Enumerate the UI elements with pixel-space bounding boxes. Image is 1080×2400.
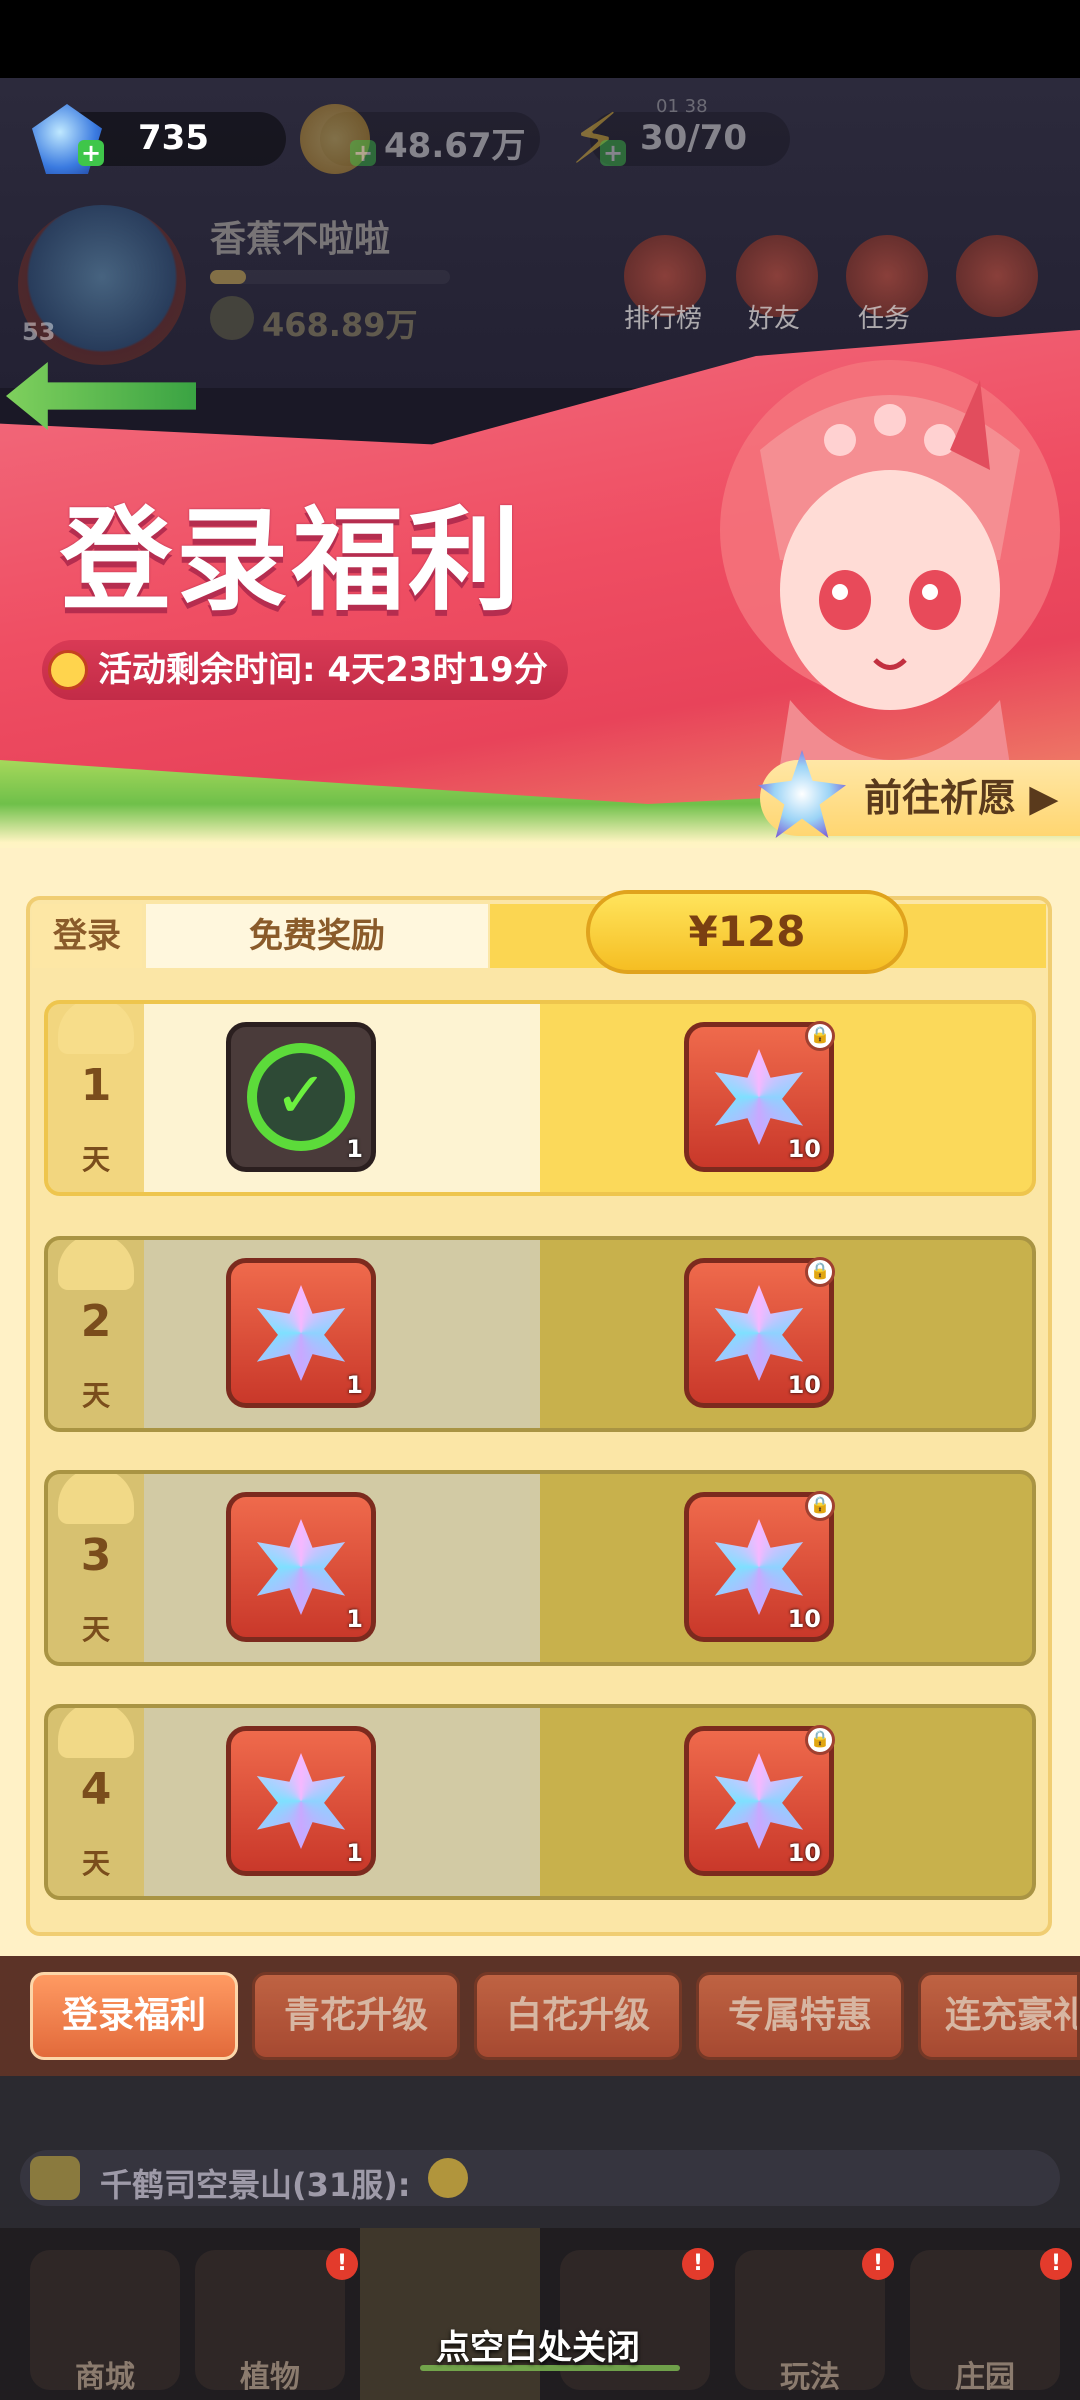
paid-reward-item[interactable]: 🔒 10 <box>684 1725 835 1876</box>
item-count: 10 <box>787 1605 821 1633</box>
tab-recharge-gift[interactable]: 连充豪礼 <box>918 1972 1080 2060</box>
tab-blue-flower-upgrade[interactable]: 青花升级 <box>252 1972 460 2060</box>
item-count: 10 <box>787 1371 821 1399</box>
star-crystal-icon <box>256 1285 346 1381</box>
day-column: 3 天 <box>48 1474 144 1662</box>
day-number: 2 <box>80 1296 112 1347</box>
day-unit: 天 <box>81 1613 110 1646</box>
day-unit: 天 <box>81 1379 110 1412</box>
day-number: 1 <box>80 1060 112 1111</box>
lock-icon: 🔒 <box>805 1021 835 1051</box>
add-gems-icon[interactable]: + <box>78 140 104 166</box>
tab-login-bonus[interactable]: 登录福利 <box>30 1972 238 2060</box>
free-reward-item[interactable]: ✓ 1 <box>226 1022 376 1172</box>
lock-icon: 🔒 <box>805 1725 835 1755</box>
status-bar <box>0 0 1080 78</box>
notification-badge: ! <box>682 2248 714 2280</box>
header-login: 登录 <box>32 904 142 968</box>
notification-badge: ! <box>326 2248 358 2280</box>
add-energy-icon[interactable]: + <box>600 140 626 166</box>
chat-icon <box>30 2156 80 2200</box>
table-row: 3 天 1 🔒 10 <box>44 1470 1036 1666</box>
nav-label-task: 任务 <box>858 304 911 334</box>
day-number: 4 <box>80 1764 112 1815</box>
event-timer: 活动剩余时间: 4天23时19分 <box>42 640 568 700</box>
day-number: 3 <box>80 1530 112 1581</box>
chat-message: 千鹤司空景山(31服): <box>100 2166 411 2204</box>
check-icon: ✓ <box>247 1043 355 1151</box>
more-icon[interactable] <box>956 235 1038 317</box>
energy-timer: 01 38 <box>656 96 708 117</box>
free-reward-item[interactable]: 1 <box>226 1492 376 1642</box>
power-icon <box>210 296 254 340</box>
player-name: 香蕉不啦啦 <box>210 219 391 260</box>
item-count: 1 <box>346 1371 363 1399</box>
notification-badge: ! <box>1040 2248 1072 2280</box>
table-row: 4 天 1 🔒 10 <box>44 1704 1036 1900</box>
table-row: 2 天 1 🔒 10 <box>44 1236 1036 1432</box>
free-reward-item[interactable]: 1 <box>226 1726 376 1876</box>
gold-count: 48.67万 <box>384 126 526 166</box>
item-count: 10 <box>787 1839 821 1867</box>
day-unit: 天 <box>81 1847 110 1880</box>
header-free-reward: 免费奖励 <box>146 904 488 968</box>
day-tab-decor <box>58 1474 134 1524</box>
day-column: 1 天 <box>48 1004 144 1192</box>
nav-label-ranking: 排行榜 <box>624 304 703 334</box>
close-hint: 点空白处关闭 <box>436 2328 640 2368</box>
day-tab-decor <box>58 1004 134 1054</box>
day-column: 4 天 <box>48 1708 144 1896</box>
emoji-icon <box>428 2158 468 2198</box>
dock-label-shop: 商城 <box>75 2360 135 2395</box>
day-tab-decor <box>58 1240 134 1290</box>
item-count: 1 <box>346 1135 363 1163</box>
lock-icon: 🔒 <box>805 1491 835 1521</box>
banner-title: 登录福利 <box>60 496 524 626</box>
paid-reward-item[interactable]: 🔒 10 <box>684 1257 835 1408</box>
star-crystal-icon <box>256 1753 346 1849</box>
table-row: 1 天 ✓ 1 🔒 10 <box>44 1000 1036 1196</box>
dock-label-manor: 庄园 <box>955 2360 1015 2395</box>
item-count: 1 <box>346 1605 363 1633</box>
star-crystal-icon <box>714 1049 804 1145</box>
exp-bar <box>210 270 450 284</box>
energy-count: 30/70 <box>640 118 748 158</box>
tab-exclusive-offer[interactable]: 专属特惠 <box>696 1972 904 2060</box>
star-crystal-icon <box>714 1285 804 1381</box>
tab-white-flower-upgrade[interactable]: 白花升级 <box>474 1972 682 2060</box>
item-count: 10 <box>787 1135 821 1163</box>
gem-count: 735 <box>138 118 209 158</box>
player-level: 53 <box>22 318 56 346</box>
star-crystal-icon <box>714 1753 804 1849</box>
add-gold-icon[interactable]: + <box>350 140 376 166</box>
dock-label-gameplay: 玩法 <box>780 2360 840 2395</box>
day-tab-decor <box>58 1708 134 1758</box>
lock-icon: 🔒 <box>805 1257 835 1287</box>
item-count: 1 <box>346 1839 363 1867</box>
day-unit: 天 <box>81 1143 110 1176</box>
paid-reward-item[interactable]: 🔒 10 <box>684 1021 835 1172</box>
day-column: 2 天 <box>48 1240 144 1428</box>
star-crystal-icon <box>256 1519 346 1615</box>
clock-icon <box>48 650 88 690</box>
paid-reward-item[interactable]: 🔒 10 <box>684 1491 835 1642</box>
notification-badge: ! <box>862 2248 894 2280</box>
price-button[interactable]: ¥128 <box>586 890 908 974</box>
nav-label-friends: 好友 <box>748 304 801 334</box>
dock-battle[interactable] <box>360 2228 540 2400</box>
free-reward-item[interactable]: 1 <box>226 1258 376 1408</box>
star-crystal-icon <box>714 1519 804 1615</box>
exp-bar-fill <box>210 270 246 284</box>
dock-label-plants: 植物 <box>240 2360 300 2395</box>
combat-power: 468.89万 <box>262 306 418 344</box>
